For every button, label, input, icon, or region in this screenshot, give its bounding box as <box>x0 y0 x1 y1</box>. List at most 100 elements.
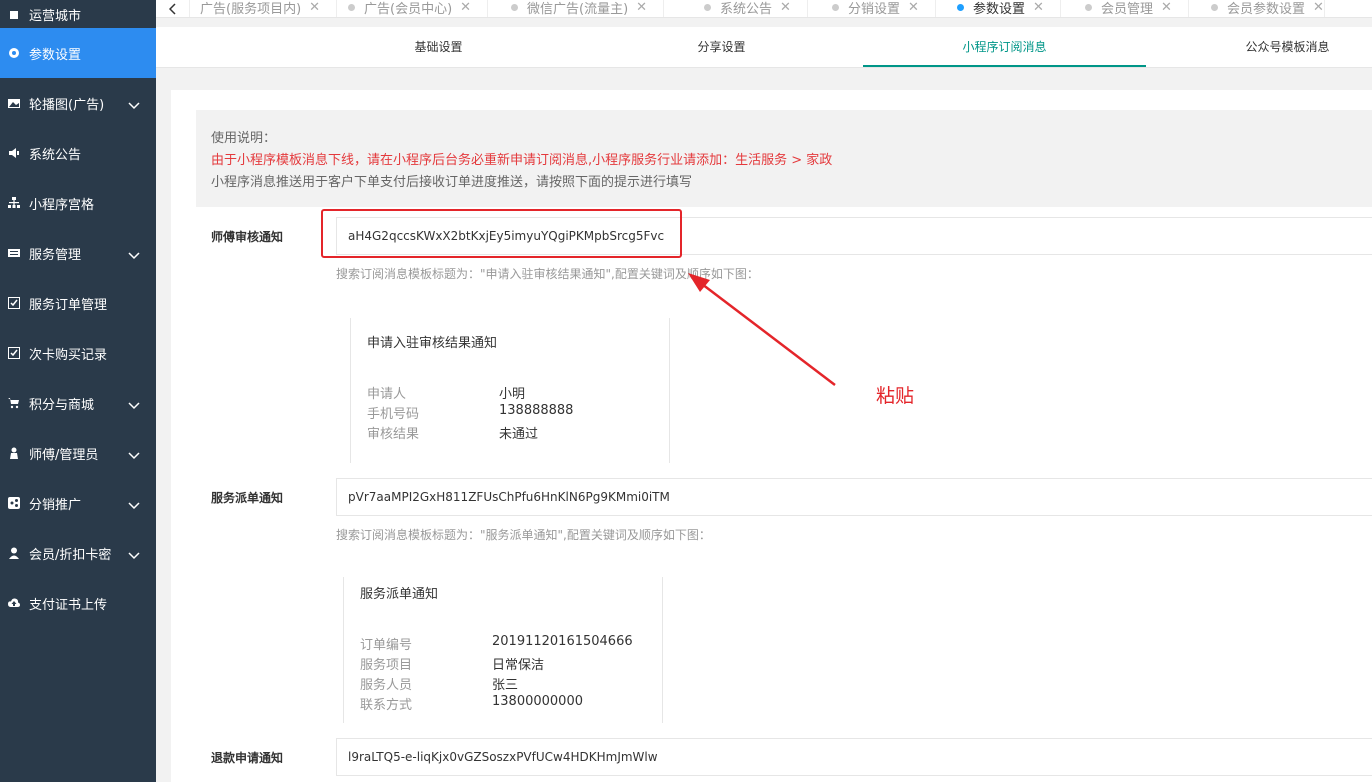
sidebar-item-grid[interactable]: 小程序宫格 <box>0 178 156 228</box>
settings-subtabs: 基础设置 分享设置 小程序订阅消息 公众号模板消息 <box>156 27 1372 68</box>
chevron-down-icon[interactable] <box>128 249 140 260</box>
sidebar-item-params[interactable]: 参数设置 <box>0 28 156 78</box>
field-label-dispatch: 服务派单通知 <box>211 491 284 505</box>
refund-template-input[interactable] <box>336 738 1372 776</box>
preview-key: 联系方式 <box>360 698 413 713</box>
field-hint: 搜索订阅消息模板标题为："服务派单通知",配置关键词及顺序如下图： <box>336 528 711 542</box>
settings-card: 使用说明： 由于小程序模板消息下线，请在小程序后台务必重新申请订阅消息,小程序服… <box>171 90 1372 782</box>
sidebar-item-label: 分销推广 <box>29 497 82 513</box>
sidebar: 运营城市 参数设置 轮播图(广告) 系统公告 小程序宫格 服务管理 服务订单管理… <box>0 0 156 782</box>
close-icon[interactable]: ✕ <box>309 0 320 15</box>
tab-params[interactable]: 参数设置 ✕ <box>957 0 1061 17</box>
preview-key: 服务人员 <box>360 678 413 693</box>
tab-dot <box>832 3 839 11</box>
close-icon[interactable]: ✕ <box>1161 0 1172 15</box>
checkbox-icon <box>6 295 22 311</box>
close-icon[interactable]: ✕ <box>780 0 791 15</box>
close-icon[interactable]: ✕ <box>636 0 647 15</box>
sidebar-item-distribution[interactable]: 分销推广 <box>0 478 156 528</box>
sidebar-item-cert-upload[interactable]: 支付证书上传 <box>0 578 156 628</box>
tab-label: 广告(服务项目内) <box>200 1 302 17</box>
sidebar-item-label: 积分与商城 <box>29 397 95 413</box>
user-icon <box>6 445 22 461</box>
cart-icon <box>6 395 22 411</box>
tab-dot <box>1211 3 1218 11</box>
paste-annotation: 粘贴 <box>876 385 915 407</box>
sidebar-item-label: 会员/折扣卡密 <box>29 547 112 563</box>
sidebar-item-city[interactable]: 运营城市 <box>0 0 156 28</box>
chevron-down-icon[interactable] <box>128 449 140 460</box>
tab-wechat-ad[interactable]: 微信广告(流量主) ✕ <box>511 0 665 17</box>
chevron-down-icon[interactable] <box>128 99 140 110</box>
subtab-official-template[interactable]: 公众号模板消息 <box>1146 27 1372 67</box>
preview-title: 服务派单通知 <box>360 587 439 602</box>
dispatch-template-input[interactable] <box>336 478 1372 516</box>
master-audit-template-input[interactable] <box>336 217 1372 255</box>
sidebar-item-label: 师傅/管理员 <box>29 447 99 463</box>
sidebar-item-banner[interactable]: 轮播图(广告) <box>0 78 156 128</box>
tab-dot <box>348 3 355 11</box>
tab-announcement[interactable]: 系统公告 ✕ <box>704 0 808 17</box>
tab-member-params[interactable]: 会员参数设置 ✕ <box>1211 0 1325 17</box>
preview-key: 订单编号 <box>360 638 413 653</box>
tab-label: 参数设置 <box>973 1 1026 17</box>
sidebar-item-card-records[interactable]: 次卡购买记录 <box>0 328 156 378</box>
close-icon[interactable]: ✕ <box>1313 0 1324 15</box>
usage-notice: 使用说明： 由于小程序模板消息下线，请在小程序后台务必重新申请订阅消息,小程序服… <box>196 110 1372 207</box>
preview-value: 日常保洁 <box>492 658 545 673</box>
tab-dot <box>1085 3 1092 11</box>
tab-member-mgmt[interactable]: 会员管理 ✕ <box>1085 0 1189 17</box>
subtab-share[interactable]: 分享设置 <box>580 27 863 67</box>
tab-ad-member[interactable]: 广告(会员中心) ✕ <box>348 0 489 17</box>
sidebar-item-label: 运营城市 <box>29 8 82 24</box>
sidebar-item-services[interactable]: 服务管理 <box>0 228 156 278</box>
notice-warning: 由于小程序模板消息下线，请在小程序后台务必重新申请订阅消息,小程序服务行业请添加… <box>211 153 833 168</box>
cloud-upload-icon <box>6 595 22 611</box>
tab-label: 系统公告 <box>720 1 773 17</box>
gear-icon <box>6 45 22 61</box>
preview-value: 张三 <box>492 678 519 693</box>
tab-distribution[interactable]: 分销设置 ✕ <box>832 0 936 17</box>
sidebar-item-label: 服务订单管理 <box>29 297 108 313</box>
notice-description: 小程序消息推送用于客户下单支付后接收订单进度推送，请按照下面的提示进行填写 <box>211 175 693 190</box>
preview-key: 申请人 <box>367 387 407 402</box>
chevron-down-icon[interactable] <box>128 549 140 560</box>
close-icon[interactable]: ✕ <box>908 0 919 15</box>
preview-value: 138888888 <box>499 403 574 418</box>
share-icon <box>6 495 22 511</box>
preview-key: 审核结果 <box>367 427 420 442</box>
member-icon <box>6 545 22 561</box>
close-icon[interactable]: ✕ <box>1033 0 1044 15</box>
template-preview: 申请入驻审核结果通知 申请人 小明 手机号码 138888888 审核结果 未通… <box>350 318 670 463</box>
sitemap-icon <box>6 195 22 211</box>
sidebar-item-service-orders[interactable]: 服务订单管理 <box>0 278 156 328</box>
checkbox-icon <box>6 345 22 361</box>
preview-key: 手机号码 <box>367 407 420 422</box>
preview-value: 13800000000 <box>492 694 583 709</box>
template-preview: 服务派单通知 订单编号 20191120161504666 服务项目 日常保洁 … <box>343 577 663 723</box>
chevron-down-icon[interactable] <box>128 399 140 410</box>
subtab-miniprogram-subscribe[interactable]: 小程序订阅消息 <box>863 27 1146 67</box>
field-label-master-audit: 师傅审核通知 <box>211 230 284 244</box>
close-icon[interactable]: ✕ <box>460 0 471 15</box>
city-icon <box>6 6 22 22</box>
preview-key: 服务项目 <box>360 658 413 673</box>
image-icon <box>6 95 22 111</box>
subtab-basic[interactable]: 基础设置 <box>297 27 580 67</box>
tab-label: 会员参数设置 <box>1227 1 1306 17</box>
sidebar-item-member[interactable]: 会员/折扣卡密 <box>0 528 156 578</box>
chevron-down-icon[interactable] <box>128 499 140 510</box>
sidebar-item-label: 系统公告 <box>29 147 82 163</box>
field-hint: 搜索订阅消息模板标题为："申请入驻审核结果通知",配置关键词及顺序如下图： <box>336 267 759 281</box>
tab-ad-service[interactable]: 广告(服务项目内) ✕ <box>200 0 338 17</box>
list-icon <box>6 245 22 261</box>
sidebar-item-announcement[interactable]: 系统公告 <box>0 128 156 178</box>
tab-scroll-left-button[interactable] <box>156 0 190 17</box>
speaker-icon <box>6 145 22 161</box>
sidebar-item-points-mall[interactable]: 积分与商城 <box>0 378 156 428</box>
sidebar-item-label: 小程序宫格 <box>29 197 95 213</box>
tab-label: 微信广告(流量主) <box>527 1 629 17</box>
notice-title: 使用说明： <box>211 131 277 146</box>
sidebar-item-staff[interactable]: 师傅/管理员 <box>0 428 156 478</box>
field-label-refund: 退款申请通知 <box>211 751 284 765</box>
